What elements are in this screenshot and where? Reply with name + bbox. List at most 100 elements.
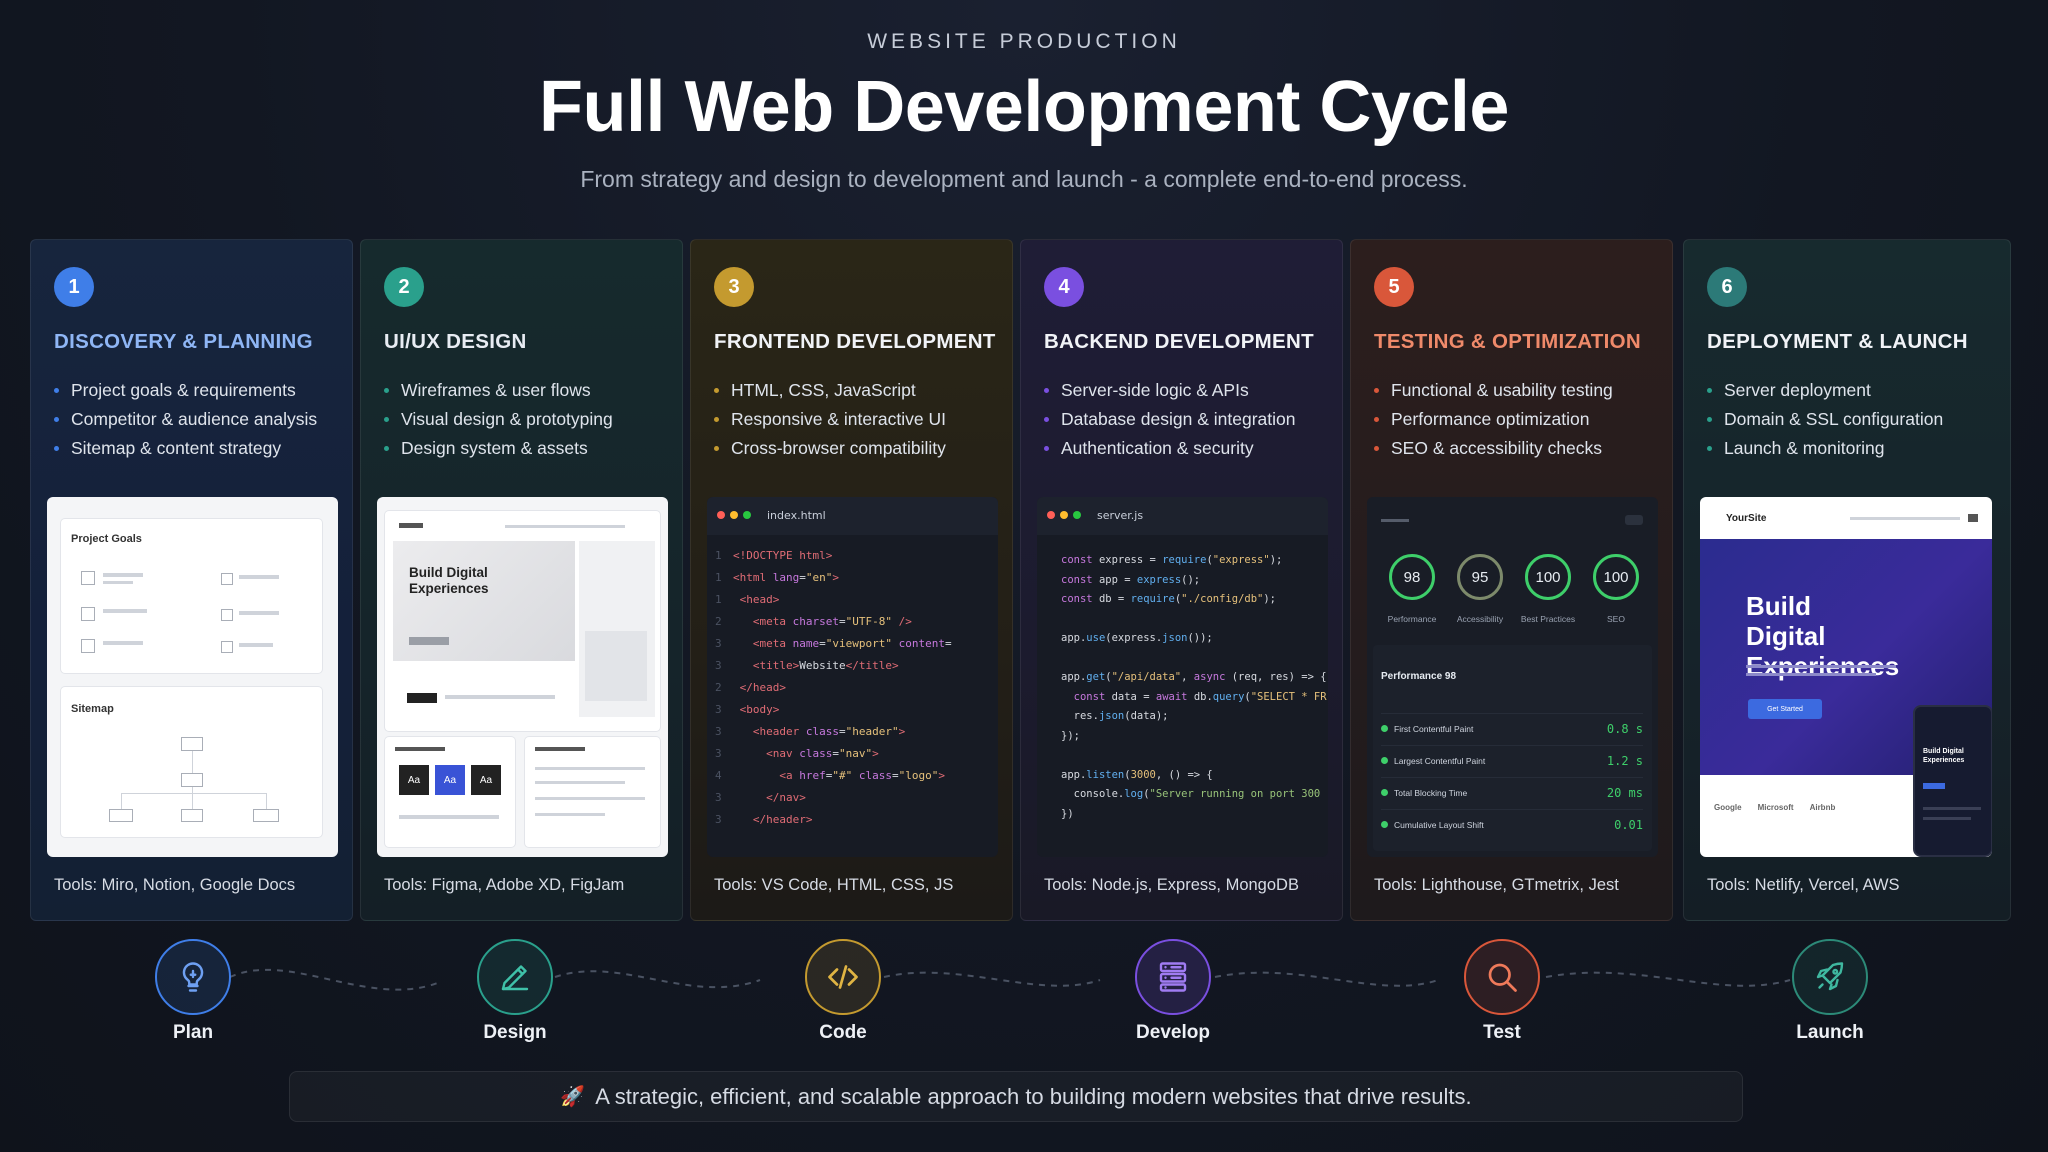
bullet-item: Design system & assets xyxy=(384,434,613,463)
bullet-item: Competitor & audience analysis xyxy=(54,405,317,434)
card-tools: Tools: Netlify, Vercel, AWS xyxy=(1707,876,1900,894)
stage-develop[interactable] xyxy=(1135,939,1211,1015)
bullet-item: Responsive & interactive UI xyxy=(714,405,946,434)
bullet-dot xyxy=(54,446,59,451)
stage-label-plan: Plan xyxy=(172,1022,214,1043)
metric-row: Largest Contentful Paint 1.2 s xyxy=(1381,745,1643,775)
stage-cards: 1 DISCOVERY & PLANNING Project goals & r… xyxy=(30,239,2011,921)
footer-banner: 🚀 A strategic, efficient, and scalable a… xyxy=(289,1071,1743,1122)
stage-launch[interactable] xyxy=(1792,939,1868,1015)
card-title: TESTING & OPTIMIZATION xyxy=(1374,330,1642,353)
bullet-dot xyxy=(714,388,719,393)
bullet-dot xyxy=(384,446,389,451)
step-number: 6 xyxy=(1707,267,1747,307)
card-frontend: 3 FRONTEND DEVELOPMENT HTML, CSS, JavaSc… xyxy=(690,239,1013,921)
live-site-mockup: YourSite Build Digital Experiences Get S… xyxy=(1700,497,1992,857)
step-number: 5 xyxy=(1374,267,1414,307)
metric-row: Cumulative Layout Shift 0.01 xyxy=(1381,809,1643,839)
bullet-dot xyxy=(1707,446,1712,451)
card-bullets: HTML, CSS, JavaScript Responsive & inter… xyxy=(714,376,946,463)
metric-row: First Contentful Paint 0.8 s xyxy=(1381,713,1643,743)
footer-text: A strategic, efficient, and scalable app… xyxy=(595,1083,1472,1109)
bullet-item: HTML, CSS, JavaScript xyxy=(714,376,946,405)
stage-label-design: Design xyxy=(483,1022,547,1043)
design-hero-text: Build Digital Experiences xyxy=(409,565,489,596)
page-title: Full Web Development Cycle xyxy=(539,67,1509,147)
server-code-mockup: server.js const express = require("expre… xyxy=(1037,497,1328,857)
card-uiux: 2 UI/UX DESIGN Wireframes & user flows V… xyxy=(360,239,683,921)
step-number: 3 xyxy=(714,267,754,307)
stage-plan[interactable] xyxy=(155,939,231,1015)
stage-label-test: Test xyxy=(1483,1022,1521,1043)
bullet-dot xyxy=(1707,388,1712,393)
bullet-item: Server deployment xyxy=(1707,376,1943,405)
bullet-item: Functional & usability testing xyxy=(1374,376,1613,405)
bullet-dot xyxy=(384,417,389,422)
eyebrow: WEBSITE PRODUCTION xyxy=(867,30,1181,53)
magnifier-icon xyxy=(1488,963,1517,992)
card-bullets: Server-side logic & APIs Database design… xyxy=(1044,376,1295,463)
bullet-item: Performance optimization xyxy=(1374,405,1613,434)
code-icon xyxy=(828,965,858,989)
score-performance: 98 xyxy=(1389,554,1435,600)
score-accessibility: 95 xyxy=(1457,554,1503,600)
server-icon xyxy=(1159,962,1187,992)
stage-label-launch: Launch xyxy=(1796,1022,1864,1043)
code-lines: const express = require("express"); cons… xyxy=(1061,554,1327,820)
bullet-dot xyxy=(1044,446,1049,451)
process-connector xyxy=(229,968,1791,991)
score-best-practices: 100 xyxy=(1525,554,1571,600)
bullet-dot xyxy=(54,417,59,422)
performance-heading: Performance 98 xyxy=(1381,671,1457,682)
card-tools: Tools: Lighthouse, GTmetrix, Jest xyxy=(1374,876,1619,894)
card-discovery: 1 DISCOVERY & PLANNING Project goals & r… xyxy=(30,239,353,921)
swatch-3: Aa xyxy=(471,765,501,795)
phone-preview: Build Digital Experiences xyxy=(1913,705,1992,857)
bullet-dot xyxy=(384,388,389,393)
stage-test[interactable] xyxy=(1464,939,1540,1015)
editor-filename: server.js xyxy=(1097,509,1144,522)
card-title: BACKEND DEVELOPMENT xyxy=(1044,330,1314,353)
step-number: 2 xyxy=(384,267,424,307)
bullet-item: Cross-browser compatibility xyxy=(714,434,946,463)
planning-mockup: Project Goals Sitemap xyxy=(47,497,338,857)
card-title: DISCOVERY & PLANNING xyxy=(54,330,313,353)
card-tools: Tools: Node.js, Express, MongoDB xyxy=(1044,876,1299,894)
code-editor-mockup: index.html 1 <!DOCTYPE html> 1 <html lang=… xyxy=(707,497,998,857)
swatch-1: Aa xyxy=(399,765,429,795)
bullet-item: Authentication & security xyxy=(1044,434,1295,463)
code-lines: 1 <!DOCTYPE html> 1 <html lang="en"> 1 <he… xyxy=(715,549,952,826)
bullet-item: Database design & integration xyxy=(1044,405,1295,434)
card-title: DEPLOYMENT & LAUNCH xyxy=(1707,330,1968,353)
rocket-emoji-icon: 🚀 xyxy=(560,1086,586,1108)
bullet-item: Wireframes & user flows xyxy=(384,376,613,405)
bullet-item: Sitemap & content strategy xyxy=(54,434,317,463)
card-bullets: Project goals & requirements Competitor … xyxy=(54,376,317,463)
stage-design[interactable] xyxy=(477,939,553,1015)
step-number: 1 xyxy=(54,267,94,307)
get-started-button[interactable]: Get Started xyxy=(1748,699,1822,719)
project-goals-panel: Project Goals xyxy=(61,519,322,673)
lighthouse-report-mockup: 98 Performance 95 Accessibility 100 Best… xyxy=(1367,497,1658,857)
bullet-item: Server-side logic & APIs xyxy=(1044,376,1295,405)
bullet-item: Domain & SSL configuration xyxy=(1707,405,1943,434)
bullet-item: Visual design & prototyping xyxy=(384,405,613,434)
pencil-icon xyxy=(501,965,529,991)
stage-label-develop: Develop xyxy=(1136,1022,1210,1043)
lightbulb-icon xyxy=(182,962,204,992)
bullet-dot xyxy=(1707,417,1712,422)
card-bullets: Wireframes & user flows Visual design & … xyxy=(384,376,613,463)
bullet-dot xyxy=(1374,417,1379,422)
bullet-dot xyxy=(54,388,59,393)
card-title: FRONTEND DEVELOPMENT xyxy=(714,330,996,353)
card-bullets: Server deployment Domain & SSL configura… xyxy=(1707,376,1943,463)
bullet-item: SEO & accessibility checks xyxy=(1374,434,1613,463)
stage-code[interactable] xyxy=(805,939,881,1015)
design-mockup: Build Digital Experiences Aa Aa Aa xyxy=(377,497,668,857)
client-logos: Google Microsoft Airbnb xyxy=(1714,803,1836,812)
rocket-icon xyxy=(1816,962,1844,991)
card-deployment: 6 DEPLOYMENT & LAUNCH Server deployment … xyxy=(1683,239,2011,921)
bullet-item: Project goals & requirements xyxy=(54,376,317,405)
card-testing: 5 TESTING & OPTIMIZATION Functional & us… xyxy=(1350,239,1673,921)
page-subtitle: From strategy and design to development … xyxy=(580,166,1468,192)
